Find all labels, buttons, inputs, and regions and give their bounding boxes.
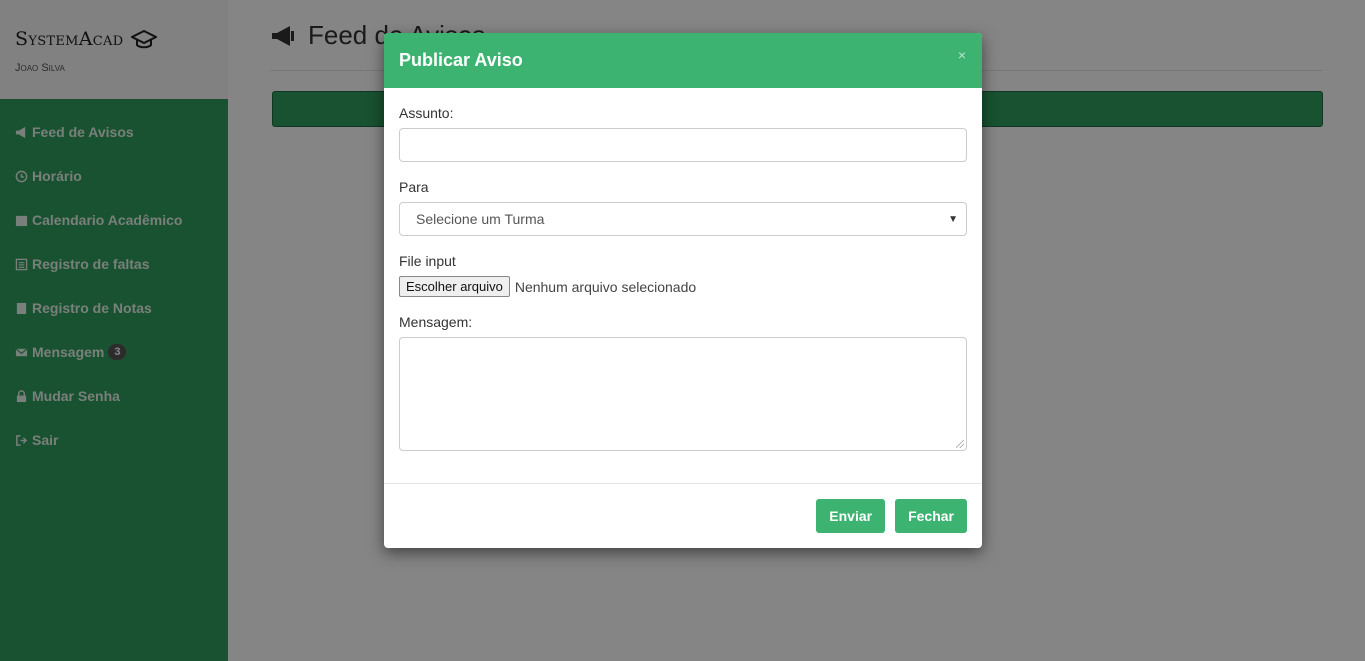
file-status: Nenhum arquivo selecionado — [514, 278, 697, 295]
file-label: File input — [399, 253, 456, 269]
subject-label: Assunto: — [399, 105, 454, 121]
close-button[interactable]: Fechar — [895, 499, 967, 533]
class-select[interactable]: Selecione um Turma ▼ — [399, 202, 967, 236]
choose-file-button[interactable]: Escolher arquivo — [399, 276, 510, 297]
close-icon[interactable]: × — [958, 47, 966, 63]
send-button[interactable]: Enviar — [816, 499, 886, 533]
file-input: Escolher arquivo Nenhum arquivo selecion… — [399, 276, 967, 297]
recipient-label: Para — [399, 179, 429, 195]
modal-footer: Enviar Fechar — [384, 483, 982, 548]
subject-group: Assunto: — [399, 105, 967, 162]
subject-input[interactable] — [399, 128, 967, 162]
class-select-value: Selecione um Turma — [416, 211, 545, 227]
file-group: File input Escolher arquivo Nenhum arqui… — [399, 253, 967, 297]
resize-handle-icon[interactable] — [956, 440, 964, 448]
publish-notice-modal: Publicar Aviso × Assunto: Para Selecione… — [384, 33, 982, 548]
message-group: Mensagem: — [399, 314, 967, 451]
message-label: Mensagem: — [399, 314, 473, 330]
recipient-group: Para Selecione um Turma ▼ — [399, 179, 967, 236]
modal-body: Assunto: Para Selecione um Turma ▼ File … — [384, 88, 982, 451]
chevron-down-icon: ▼ — [948, 213, 958, 225]
modal-header: Publicar Aviso × — [384, 33, 982, 88]
modal-title: Publicar Aviso — [399, 50, 523, 70]
message-textarea[interactable] — [399, 337, 967, 451]
